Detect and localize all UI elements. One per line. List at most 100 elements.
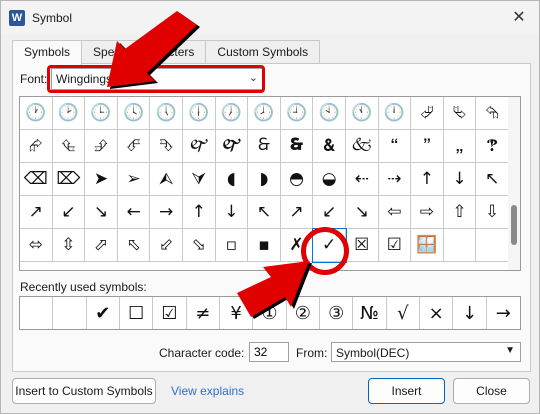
- symbol-cell[interactable]: ➢: [117, 163, 151, 196]
- symbol-cell[interactable]: ◖: [215, 163, 249, 196]
- symbol-cell[interactable]: 🙳: [280, 130, 314, 163]
- symbol-cell[interactable]: [443, 229, 477, 262]
- symbol-cell[interactable]: 🕑: [52, 97, 86, 130]
- symbol-cell[interactable]: ➤: [85, 163, 118, 196]
- chevron-down-icon[interactable]: ⌄: [249, 71, 258, 84]
- symbol-cell[interactable]: ↖: [248, 196, 281, 229]
- symbol-cell[interactable]: 🙶: [378, 130, 412, 163]
- recent-symbol-cell[interactable]: ☐: [120, 297, 154, 329]
- symbol-cell[interactable]: ⇳: [52, 229, 86, 262]
- symbol-cell[interactable]: 🕔: [150, 97, 183, 130]
- recent-symbol-cell[interactable]: [20, 297, 54, 329]
- symbol-cell[interactable]: ⮙: [150, 163, 183, 196]
- symbol-cell[interactable]: ⇦: [378, 196, 412, 229]
- recent-symbol-cell[interactable]: ☑: [153, 297, 187, 329]
- recent-symbol-cell[interactable]: №: [353, 297, 387, 329]
- symbol-cell[interactable]: ⮰: [411, 97, 444, 130]
- symbol-cell[interactable]: 🙱: [215, 130, 249, 163]
- symbol-cell[interactable]: ↘: [85, 196, 118, 229]
- symbol-cell[interactable]: ⬃: [150, 229, 183, 262]
- symbol-cell[interactable]: ⮶: [117, 130, 151, 163]
- symbol-cell[interactable]: ↖: [476, 163, 509, 196]
- grid-scrollbar-thumb[interactable]: [511, 205, 517, 245]
- recent-symbol-cell[interactable]: ②: [287, 297, 320, 329]
- symbol-cell[interactable]: ↙: [52, 196, 86, 229]
- recent-symbol-cell[interactable]: ①: [253, 297, 287, 329]
- symbol-cell[interactable]: ⇠: [345, 163, 379, 196]
- close-button[interactable]: Close: [453, 378, 530, 404]
- symbol-cell[interactable]: ⮵: [85, 130, 118, 163]
- symbol-cell[interactable]: 🕚: [345, 97, 379, 130]
- insert-button[interactable]: Insert: [368, 378, 445, 404]
- symbol-cell[interactable]: [476, 229, 509, 262]
- symbol-cell[interactable]: ✗: [280, 229, 314, 262]
- symbol-cell[interactable]: 🙲: [248, 130, 281, 163]
- symbol-cell[interactable]: ◒: [313, 163, 346, 196]
- symbol-cell[interactable]: ☑: [378, 229, 412, 262]
- symbol-cell[interactable]: 🙹: [476, 130, 509, 163]
- font-select[interactable]: Wingdings ⌄: [51, 68, 264, 90]
- symbol-cell[interactable]: ⬂: [182, 229, 216, 262]
- symbol-cell[interactable]: ⮲: [476, 97, 509, 130]
- symbol-cell[interactable]: 🙴: [313, 130, 346, 163]
- recent-symbol-cell[interactable]: √: [387, 297, 420, 329]
- symbol-cell[interactable]: ⮳: [20, 130, 53, 163]
- symbol-cell[interactable]: 🙰: [182, 130, 216, 163]
- from-select[interactable]: Symbol(DEC) ▼: [331, 342, 521, 362]
- symbol-cell[interactable]: ◗: [248, 163, 281, 196]
- symbol-cell[interactable]: ⌦: [52, 163, 86, 196]
- recent-symbol-cell[interactable]: ③: [320, 297, 354, 329]
- symbol-cell[interactable]: ⮴: [52, 130, 86, 163]
- recent-symbol-cell[interactable]: ¥: [220, 297, 254, 329]
- symbol-cell[interactable]: ⮷: [150, 130, 183, 163]
- close-icon[interactable]: ✕: [505, 7, 533, 29]
- recent-symbol-cell[interactable]: ↓: [453, 297, 487, 329]
- recent-symbol-cell[interactable]: ✔: [87, 297, 120, 329]
- symbol-cell[interactable]: 🕐: [20, 97, 53, 130]
- recent-symbol-cell[interactable]: →: [487, 297, 520, 329]
- symbol-cell[interactable]: ⮛: [182, 163, 216, 196]
- symbol-cell[interactable]: 🕓: [117, 97, 151, 130]
- symbol-cell[interactable]: ▫: [215, 229, 249, 262]
- symbol-cell[interactable]: 🕙: [313, 97, 346, 130]
- symbol-cell[interactable]: ◓: [280, 163, 314, 196]
- tab-symbols[interactable]: Symbols: [12, 40, 83, 65]
- symbol-cell[interactable]: 🕘: [280, 97, 314, 130]
- symbol-cell[interactable]: ↓: [443, 163, 477, 196]
- symbol-cell[interactable]: ⇧: [443, 196, 477, 229]
- symbol-cell[interactable]: ▪: [248, 229, 281, 262]
- symbol-cell[interactable]: ↑: [411, 163, 444, 196]
- recent-symbol-cell[interactable]: ×: [420, 297, 454, 329]
- symbol-cell[interactable]: ↗: [20, 196, 53, 229]
- symbol-cell[interactable]: ⮱: [443, 97, 477, 130]
- symbol-cell[interactable]: ⬁: [117, 229, 151, 262]
- view-explains-link[interactable]: View explains: [171, 384, 244, 398]
- symbol-cell[interactable]: ↙: [313, 196, 346, 229]
- symbol-cell[interactable]: ⬀: [85, 229, 118, 262]
- symbol-cell[interactable]: 🙷: [411, 130, 444, 163]
- symbol-cell[interactable]: 🕒: [85, 97, 118, 130]
- symbol-cell[interactable]: 🙸: [443, 130, 477, 163]
- symbol-cell[interactable]: ☒: [345, 229, 379, 262]
- symbol-cell[interactable]: ↓: [215, 196, 249, 229]
- symbol-cell[interactable]: ✓: [312, 228, 347, 263]
- symbol-cell[interactable]: ⌫: [20, 163, 53, 196]
- symbol-cell[interactable]: ⬄: [20, 229, 53, 262]
- symbol-cell[interactable]: ⇩: [476, 196, 509, 229]
- tab-special-characters[interactable]: Special Characters: [81, 40, 207, 64]
- recent-symbol-cell[interactable]: ≠: [187, 297, 220, 329]
- symbol-cell[interactable]: 🕖: [215, 97, 249, 130]
- character-code-input[interactable]: [249, 342, 289, 362]
- symbol-cell[interactable]: ↘: [345, 196, 379, 229]
- recent-symbol-cell[interactable]: [53, 297, 87, 329]
- grid-scrollbar[interactable]: [508, 97, 520, 270]
- insert-to-custom-symbols-button[interactable]: Insert to Custom Symbols: [12, 378, 156, 404]
- symbol-cell[interactable]: ↑: [182, 196, 216, 229]
- symbol-cell[interactable]: ⇢: [378, 163, 412, 196]
- symbol-cell[interactable]: →: [150, 196, 183, 229]
- tab-custom-symbols[interactable]: Custom Symbols: [205, 40, 321, 64]
- symbol-cell[interactable]: 🪟: [411, 229, 444, 262]
- symbol-cell[interactable]: ←: [117, 196, 151, 229]
- symbol-cell[interactable]: ↗: [280, 196, 314, 229]
- symbol-cell[interactable]: 🕛: [378, 97, 412, 130]
